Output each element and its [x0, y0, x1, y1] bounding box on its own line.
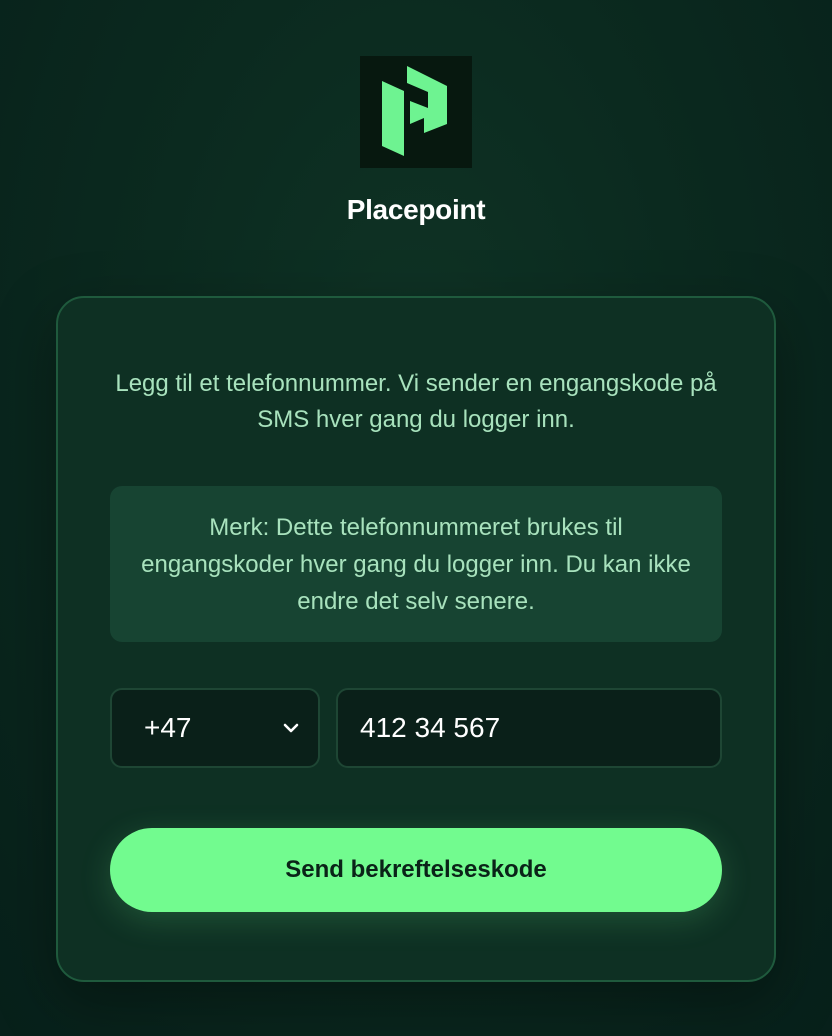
chevron-down-icon: [283, 723, 299, 733]
phone-number-input[interactable]: [336, 688, 722, 768]
country-code-value: +47: [144, 712, 192, 743]
intro-text: Legg til et telefonnummer. Vi sender en …: [115, 370, 717, 433]
note-box: Merk: Dette telefonnummeret brukes til e…: [110, 486, 722, 642]
brand-logo: [360, 56, 472, 168]
phone-setup-card: Legg til et telefonnummer. Vi sender en …: [56, 296, 776, 982]
note-text: Merk: Dette telefonnummeret brukes til e…: [141, 513, 691, 615]
brand-name: Placepoint: [346, 194, 486, 225]
placepoint-logo-icon: [382, 66, 447, 156]
send-verification-code-button[interactable]: Send bekreftelseskode: [110, 828, 722, 912]
country-code-select[interactable]: +47: [110, 688, 320, 768]
